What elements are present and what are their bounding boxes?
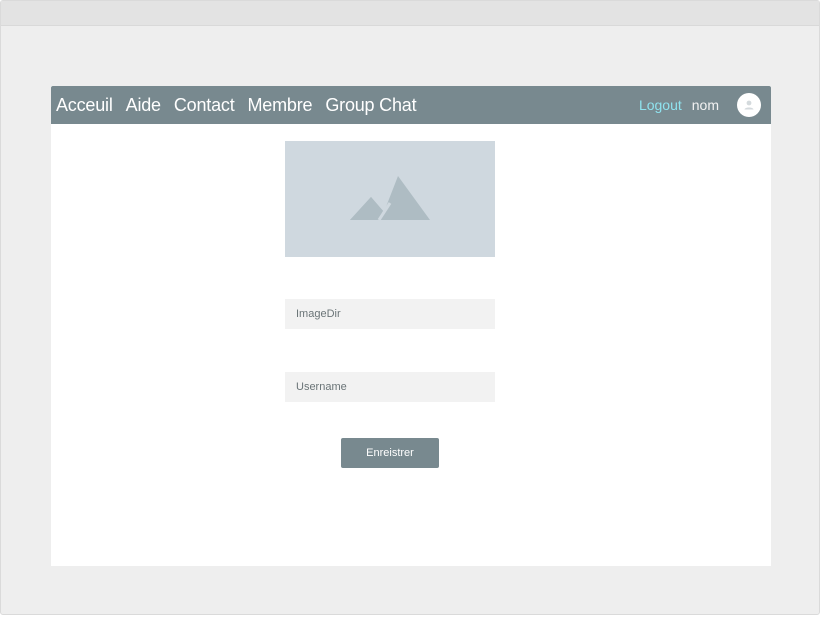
nav-link-aide[interactable]: Aide — [126, 95, 161, 116]
nav-links: Acceuil Aide Contact Membre Group Chat — [56, 86, 429, 124]
nav-link-group-chat[interactable]: Group Chat — [325, 95, 416, 116]
save-button[interactable]: Enreistrer — [341, 438, 439, 468]
page-content: Acceuil Aide Contact Membre Group Chat L… — [51, 86, 771, 566]
nav-user-area: Logout nom — [639, 86, 761, 124]
nav-link-acceuil[interactable]: Acceuil — [56, 95, 113, 116]
username-field[interactable] — [285, 372, 495, 402]
avatar[interactable] — [737, 93, 761, 117]
logout-link[interactable]: Logout — [639, 97, 682, 113]
nav-link-contact[interactable]: Contact — [174, 95, 235, 116]
user-icon — [744, 100, 754, 110]
image-placeholder — [285, 141, 495, 257]
navbar: Acceuil Aide Contact Membre Group Chat L… — [51, 86, 771, 124]
window-title-bar — [1, 1, 819, 26]
nav-link-membre[interactable]: Membre — [248, 95, 313, 116]
image-dir-field[interactable] — [285, 299, 495, 329]
window-frame: Acceuil Aide Contact Membre Group Chat L… — [0, 0, 820, 615]
user-name: nom — [691, 97, 719, 113]
image-icon — [350, 176, 430, 221]
